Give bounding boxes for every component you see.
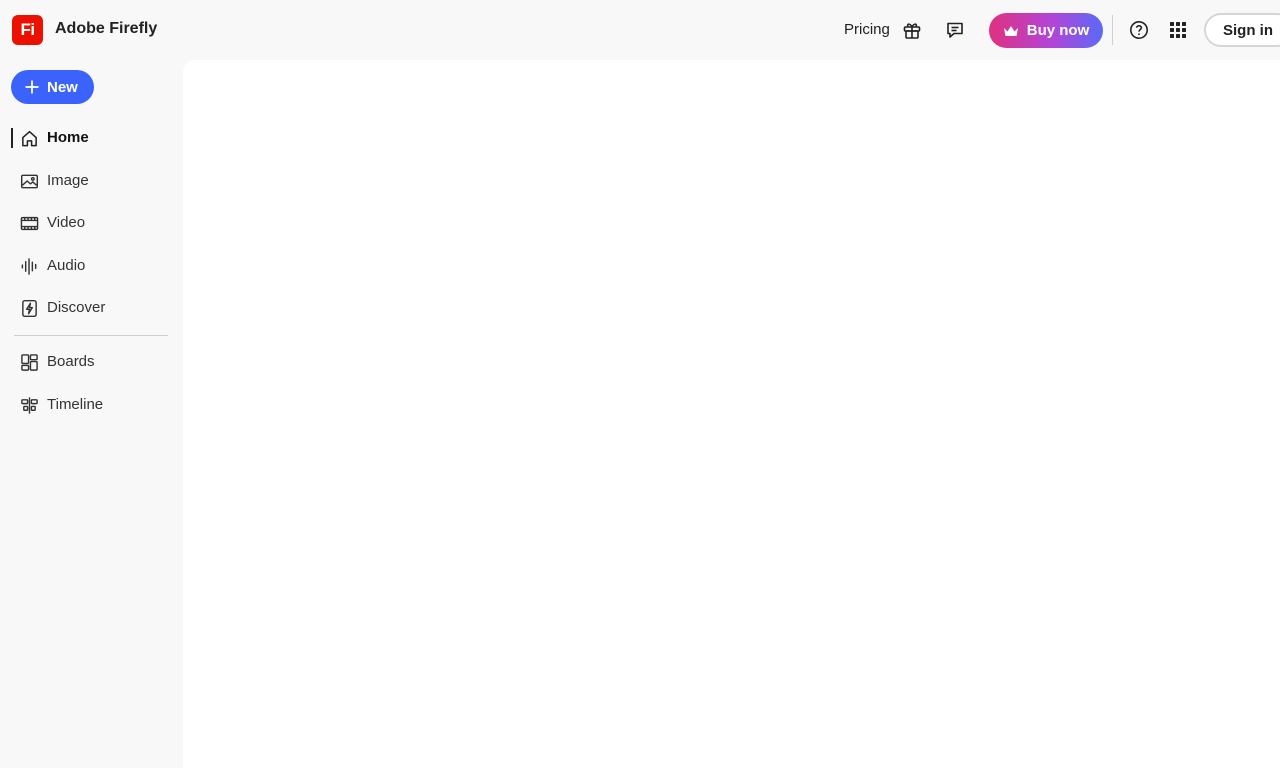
home-icon bbox=[19, 128, 39, 148]
pricing-link[interactable]: Pricing bbox=[844, 21, 890, 38]
new-button[interactable]: New bbox=[11, 70, 94, 104]
top-header: Fi Adobe Firefly Pricing Buy now Sign in bbox=[0, 0, 1280, 60]
sidebar-divider bbox=[14, 335, 168, 336]
boards-icon bbox=[19, 352, 39, 372]
audio-icon bbox=[19, 256, 39, 276]
sidebar-item-label: Timeline bbox=[47, 396, 104, 413]
help-icon[interactable] bbox=[1127, 18, 1151, 42]
video-icon bbox=[19, 213, 39, 233]
sign-in-button[interactable]: Sign in bbox=[1204, 13, 1280, 47]
sidebar: New Home Image Video Audio Discover Boar… bbox=[0, 60, 183, 768]
sidebar-item-label: Boards bbox=[47, 353, 95, 370]
image-icon bbox=[19, 171, 39, 191]
timeline-icon bbox=[19, 395, 39, 415]
header-divider bbox=[1112, 15, 1113, 45]
new-button-label: New bbox=[47, 78, 78, 96]
sidebar-item-label: Video bbox=[47, 214, 86, 231]
sidebar-item-image[interactable]: Image bbox=[0, 163, 183, 199]
apps-grid-icon[interactable] bbox=[1166, 18, 1190, 42]
plus-icon bbox=[25, 80, 39, 94]
buy-now-label: Buy now bbox=[1026, 22, 1090, 39]
sidebar-item-home[interactable]: Home bbox=[0, 120, 183, 156]
sidebar-item-boards[interactable]: Boards bbox=[0, 344, 183, 380]
main-content-area bbox=[183, 60, 1280, 768]
gift-icon[interactable] bbox=[900, 18, 924, 42]
discover-icon bbox=[19, 298, 39, 318]
crown-icon bbox=[1003, 25, 1018, 36]
sidebar-item-label: Image bbox=[47, 172, 89, 189]
logo-text: Fi bbox=[20, 20, 35, 39]
sidebar-item-audio[interactable]: Audio bbox=[0, 248, 183, 284]
firefly-logo[interactable]: Fi bbox=[12, 15, 43, 45]
sidebar-item-label: Audio bbox=[47, 257, 86, 274]
active-indicator bbox=[11, 128, 13, 148]
sidebar-item-discover[interactable]: Discover bbox=[0, 290, 183, 326]
chat-icon[interactable] bbox=[943, 18, 967, 42]
sidebar-item-timeline[interactable]: Timeline bbox=[0, 387, 183, 423]
buy-now-button[interactable]: Buy now bbox=[989, 13, 1103, 48]
app-title: Adobe Firefly bbox=[55, 20, 158, 37]
sidebar-item-video[interactable]: Video bbox=[0, 205, 183, 241]
sidebar-item-label: Home bbox=[47, 129, 89, 146]
sign-in-label: Sign in bbox=[1223, 21, 1273, 39]
sidebar-item-label: Discover bbox=[47, 299, 106, 316]
